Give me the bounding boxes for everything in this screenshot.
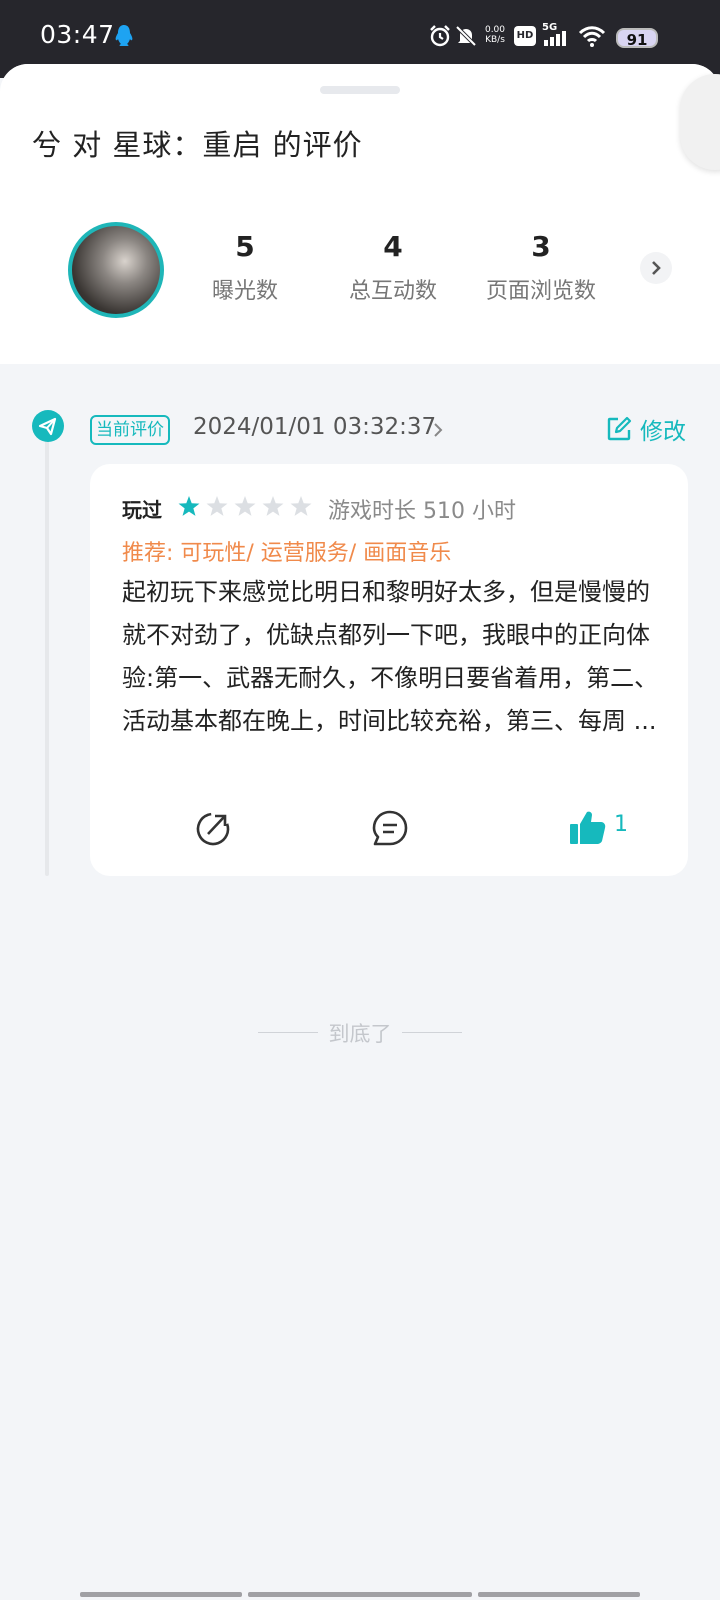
- stat-value: 3: [531, 230, 551, 263]
- review-date[interactable]: 2024/01/01 03:32:37: [193, 414, 436, 440]
- star-empty-icon: [290, 496, 312, 516]
- gesture-bar: [478, 1592, 640, 1597]
- stat-interactions: 4 总互动数: [328, 230, 458, 305]
- recommend-tags: 推荐: 可玩性/ 运营服务/ 画面音乐: [122, 541, 452, 566]
- chevron-right-icon[interactable]: [432, 421, 444, 439]
- floating-avatar[interactable]: [680, 74, 720, 170]
- star-filled-icon: [178, 496, 200, 516]
- alarm-icon: [430, 25, 450, 47]
- timeline-line: [45, 426, 49, 876]
- qq-icon: [115, 25, 133, 46]
- gesture-bar: [80, 1592, 242, 1597]
- divider: [258, 1032, 318, 1033]
- signal-icon: 5G: [542, 22, 572, 50]
- star-empty-icon: [206, 496, 228, 516]
- star-empty-icon: [234, 496, 256, 516]
- playtime: 游戏时长 510 小时: [328, 499, 516, 524]
- review-card[interactable]: 玩过 游戏时长 510 小时 推荐: 可玩性/ 运营服务/ 画面音乐 起初玩下来…: [90, 464, 688, 876]
- status-time: 03:47: [40, 20, 115, 49]
- played-label: 玩过: [122, 498, 162, 522]
- avatar[interactable]: [68, 222, 164, 318]
- chevron-right-icon[interactable]: [640, 252, 672, 284]
- network-speed-value: 0.00: [484, 25, 506, 35]
- stat-value: 5: [235, 230, 255, 263]
- edit-label: 修改: [640, 419, 686, 445]
- stat-value: 4: [383, 230, 403, 263]
- hd-icon: HD: [514, 26, 536, 46]
- edit-icon: [607, 416, 632, 441]
- drag-handle[interactable]: [320, 86, 400, 94]
- star-empty-icon: [262, 496, 284, 516]
- gesture-bar: [248, 1592, 472, 1597]
- stat-label: 页面浏览数: [485, 279, 596, 304]
- end-of-list: 到底了: [258, 1018, 462, 1048]
- current-review-tag: 当前评价: [90, 415, 170, 445]
- star-rating: [178, 496, 312, 516]
- like-button[interactable]: 1: [568, 808, 648, 848]
- wifi-icon: [578, 26, 606, 47]
- signal-label: 5G: [542, 22, 558, 33]
- divider: [402, 1032, 462, 1033]
- stat-label: 总互动数: [348, 279, 437, 304]
- review-text[interactable]: 起初玩下来感觉比明日和黎明好太多，但是慢慢的就不对劲了，优缺点都列一下吧，我眼中…: [122, 571, 662, 743]
- stat-exposure: 5 曝光数: [180, 230, 310, 305]
- mute-icon: [455, 25, 477, 47]
- share-icon[interactable]: [194, 808, 234, 848]
- end-text: 到底了: [328, 1022, 392, 1046]
- network-speed-unit: KB/s: [485, 35, 505, 45]
- battery-icon: 91: [616, 28, 658, 49]
- stat-pageviews: 3 页面浏览数: [476, 230, 606, 305]
- page-title: 兮 对 星球：重启 的评价: [32, 128, 363, 162]
- stats-card[interactable]: 5 曝光数 4 总互动数 3 页面浏览数: [32, 186, 688, 354]
- comment-icon[interactable]: [370, 808, 410, 848]
- network-speed: 0.00 KB/s: [480, 25, 510, 45]
- send-icon: [32, 410, 64, 442]
- thumbs-up-icon: [570, 811, 606, 844]
- like-count: 1: [614, 812, 628, 837]
- stat-label: 曝光数: [211, 279, 278, 304]
